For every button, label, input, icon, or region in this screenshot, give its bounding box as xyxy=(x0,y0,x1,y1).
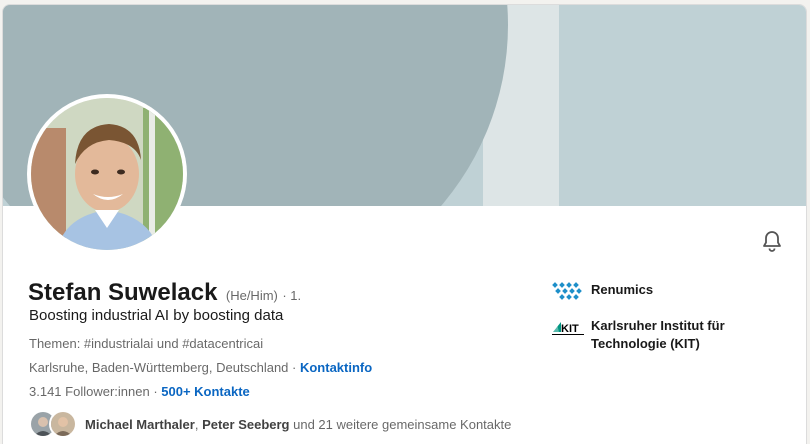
org-kit[interactable]: KIT Karlsruher Institut für Technologie … xyxy=(551,317,725,353)
mutual-person: Peter Seeberg xyxy=(202,416,290,432)
kit-logo: KIT xyxy=(552,322,584,335)
profile-headline: Boosting industrial AI by boosting data xyxy=(29,307,284,324)
mutual-text: Michael Marthaler, Peter Seeberg und 21 … xyxy=(85,417,511,432)
org-label: Karlsruher Institut für xyxy=(591,318,725,333)
profile-location: Karlsruhe, Baden-Württemberg, Deutschlan… xyxy=(29,360,289,375)
org-label: Renumics xyxy=(591,282,654,297)
mutual-connections[interactable]: Michael Marthaler, Peter Seeberg und 21 … xyxy=(29,409,511,439)
contact-info-link[interactable]: Kontaktinfo xyxy=(300,360,372,375)
org-label: Technologie (KIT) xyxy=(591,336,700,351)
connection-degree: · 1. xyxy=(282,288,302,303)
follower-count: 3.141 Follower:innen xyxy=(29,384,150,399)
separator: · xyxy=(288,360,300,375)
profile-photo xyxy=(31,98,183,250)
profile-name: Stefan Suwelack xyxy=(28,279,218,306)
followers-row: 3.141 Follower:innen · 500+ Kontakte xyxy=(29,384,250,399)
connections-link[interactable]: 500+ Kontakte xyxy=(161,384,250,399)
svg-text:KIT: KIT xyxy=(561,323,579,335)
mutual-avatar xyxy=(49,410,77,438)
separator: · xyxy=(149,384,162,399)
renumics-logo xyxy=(552,282,582,300)
location-row: Karlsruhe, Baden-Württemberg, Deutschlan… xyxy=(29,360,372,375)
mutual-person: Michael Marthaler xyxy=(85,416,195,432)
mutual-rest: und 21 weitere gemeinsame Kontakte xyxy=(289,416,512,432)
separator: , xyxy=(194,416,203,432)
org-renumics[interactable]: Renumics xyxy=(551,280,653,300)
bell-icon[interactable] xyxy=(760,229,784,253)
profile-avatar[interactable] xyxy=(27,94,187,254)
profile-card: Stefan Suwelack (He/Him) · 1. Boosting i… xyxy=(2,4,807,444)
name-row: Stefan Suwelack (He/Him) · 1. xyxy=(28,279,301,307)
profile-pronouns: (He/Him) xyxy=(225,288,278,303)
profile-topics: Themen: #industrialai und #datacentricai xyxy=(29,336,264,351)
